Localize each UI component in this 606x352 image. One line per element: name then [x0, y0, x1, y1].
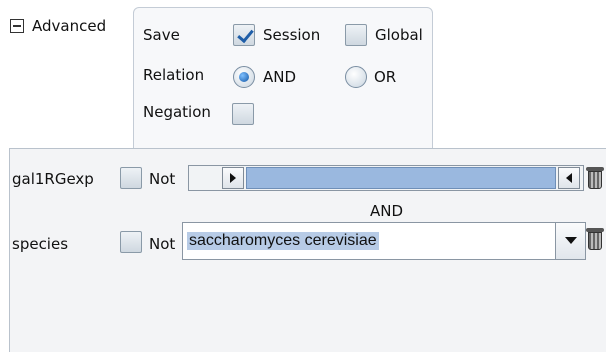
or-radio-label: OR [374, 68, 397, 86]
species-combobox[interactable]: saccharomyces cerevisiae [182, 222, 586, 260]
trash-icon[interactable] [586, 167, 604, 189]
trash-icon[interactable] [586, 228, 604, 250]
save-label: Save [143, 26, 180, 44]
session-checkbox[interactable] [233, 24, 255, 46]
negation-checkbox[interactable] [232, 103, 254, 125]
relation-label: Relation [143, 66, 205, 84]
arrow-left-icon [566, 173, 572, 183]
advanced-label: Advanced [32, 17, 107, 35]
negation-label: Negation [143, 103, 211, 121]
or-radio[interactable] [345, 66, 367, 88]
global-label: Global [375, 26, 423, 44]
species-value[interactable]: saccharomyces cerevisiae [187, 232, 379, 250]
filter-name-gal1rgexp: gal1RGexp [12, 170, 94, 188]
advanced-toggle[interactable]: Advanced [10, 14, 130, 38]
range-max-thumb[interactable] [558, 167, 580, 189]
arrow-right-icon [230, 173, 236, 183]
row1-not-checkbox[interactable] [120, 167, 142, 189]
range-selected-fill [246, 167, 556, 189]
row2-not-label: Not [149, 235, 176, 253]
filter-name-species: species [12, 235, 69, 253]
filter-operator-label: AND [370, 202, 404, 220]
global-checkbox[interactable] [345, 24, 367, 46]
chevron-down-icon [565, 237, 577, 244]
and-radio[interactable] [233, 66, 255, 88]
collapse-icon[interactable] [10, 19, 24, 33]
row2-not-checkbox[interactable] [120, 231, 142, 253]
combobox-dropdown-button[interactable] [555, 223, 585, 259]
and-radio-label: AND [263, 68, 297, 86]
range-min-thumb[interactable] [222, 167, 244, 189]
row1-not-label: Not [149, 170, 176, 188]
session-label: Session [263, 26, 321, 44]
